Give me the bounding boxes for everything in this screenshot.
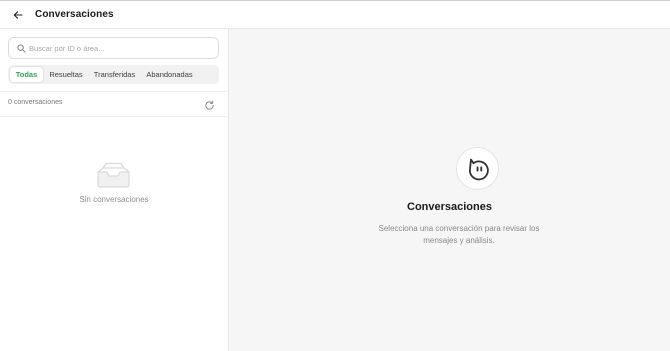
tab-transferidas[interactable]: Transferidas bbox=[90, 67, 139, 82]
chat-bubble-icon bbox=[468, 158, 489, 180]
divider bbox=[0, 91, 228, 92]
refresh-button[interactable] bbox=[204, 98, 215, 110]
refresh-icon bbox=[205, 100, 214, 110]
divider bbox=[0, 116, 228, 117]
page-title: Conversaciones bbox=[35, 9, 114, 20]
tab-resueltas[interactable]: Resueltas bbox=[46, 67, 86, 82]
logo-badge bbox=[456, 147, 499, 190]
search-input[interactable] bbox=[29, 41, 214, 56]
empty-panel-description: Selecciona una conversación para revisar… bbox=[378, 224, 540, 245]
search-icon bbox=[17, 44, 26, 53]
conversation-sidebar: Todas Resueltas Transferidas Abandonadas… bbox=[0, 29, 229, 351]
empty-state-text: Sin conversaciones bbox=[79, 195, 149, 204]
filter-tabs: Todas Resueltas Transferidas Abandonadas bbox=[8, 65, 219, 84]
tab-abandonadas[interactable]: Abandonadas bbox=[142, 67, 197, 82]
empty-panel-title: Conversaciones bbox=[407, 201, 492, 213]
main-panel: Conversaciones Selecciona una conversaci… bbox=[229, 29, 670, 351]
app-header: Conversaciones bbox=[0, 1, 670, 29]
conversation-count: 0 conversaciones bbox=[8, 99, 63, 106]
back-button[interactable] bbox=[11, 8, 25, 22]
tab-todas[interactable]: Todas bbox=[10, 67, 43, 82]
arrow-left-icon bbox=[13, 11, 23, 19]
inbox-icon bbox=[97, 162, 130, 188]
search-box bbox=[8, 37, 219, 59]
